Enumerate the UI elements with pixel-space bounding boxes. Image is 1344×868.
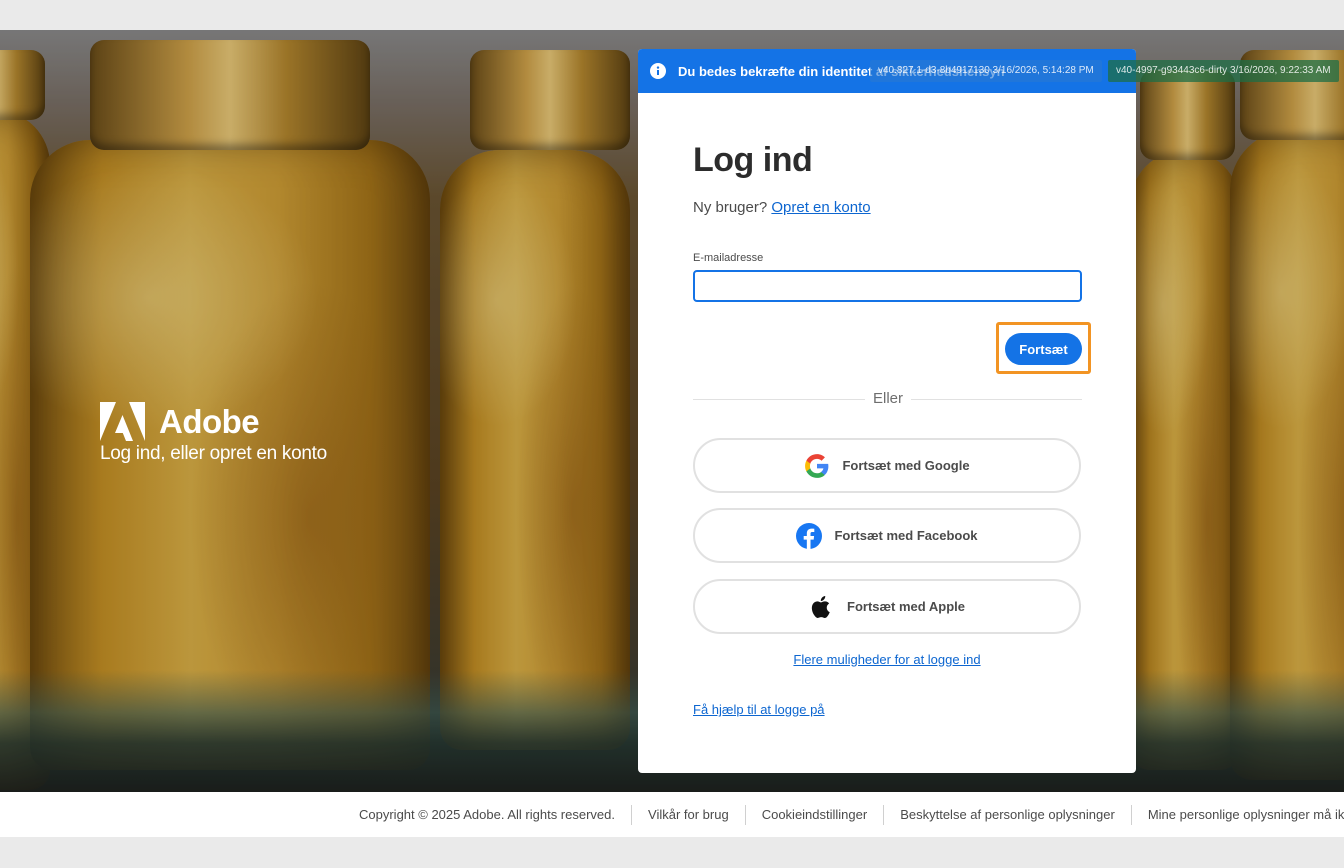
email-label: E-mailadresse bbox=[693, 252, 764, 264]
apple-icon bbox=[811, 595, 830, 618]
adobe-brand: Adobe Log ind, eller opret en konto bbox=[100, 402, 327, 465]
adobe-wordmark: Adobe bbox=[159, 402, 260, 440]
apple-button-label: Fortsæt med Apple bbox=[847, 599, 965, 614]
more-signin-options-link[interactable]: Flere muligheder for at logge ind bbox=[638, 652, 1136, 667]
email-field[interactable] bbox=[693, 270, 1082, 302]
new-user-row: Ny bruger? Opret en konto bbox=[693, 199, 871, 216]
adobe-logo-icon bbox=[100, 402, 145, 441]
google-icon bbox=[805, 453, 829, 478]
google-signin-button[interactable]: Fortsæt med Google bbox=[693, 438, 1081, 493]
bottom-strip bbox=[0, 837, 1344, 868]
info-icon bbox=[650, 63, 666, 79]
top-strip bbox=[0, 0, 1344, 30]
facebook-signin-button[interactable]: Fortsæt med Facebook bbox=[693, 508, 1081, 563]
google-button-label: Fortsæt med Google bbox=[842, 458, 970, 473]
divider-text: Eller bbox=[865, 390, 912, 407]
apple-signin-button[interactable]: Fortsæt med Apple bbox=[693, 579, 1081, 634]
continue-button[interactable]: Fortsæt bbox=[1005, 333, 1082, 365]
login-card: Du bedes bekræfte din identitet af sikke… bbox=[638, 49, 1136, 773]
footer-terms-link[interactable]: Vilkår for brug bbox=[632, 807, 745, 822]
build-version-badge: v40.827.1-d3-8b4917130 3/16/2026, 5:14:2… bbox=[870, 60, 1102, 82]
signin-help-link[interactable]: Få hjælp til at logge på bbox=[693, 702, 825, 717]
footer-copyright: Copyright © 2025 Adobe. All rights reser… bbox=[359, 807, 616, 822]
footer-cookies-link[interactable]: Cookieindstillinger bbox=[746, 807, 884, 822]
build-version-badge-2: v40-4997-g93443c6-dirty 3/16/2026, 9:22:… bbox=[1108, 60, 1339, 82]
new-user-prefix: Ny bruger? bbox=[693, 199, 768, 216]
footer-do-not-sell-link[interactable]: Mine personlige oplysninger må ikke sælg… bbox=[1132, 807, 1344, 822]
footer-privacy-link[interactable]: Beskyttelse af personlige oplysninger bbox=[884, 807, 1131, 822]
page-title: Log ind bbox=[693, 141, 813, 179]
create-account-link[interactable]: Opret en konto bbox=[771, 199, 870, 216]
facebook-icon bbox=[796, 522, 823, 549]
page-footer: Copyright © 2025 Adobe. All rights reser… bbox=[0, 792, 1344, 837]
brand-tagline: Log ind, eller opret en konto bbox=[100, 443, 327, 464]
facebook-button-label: Fortsæt med Facebook bbox=[834, 528, 978, 543]
